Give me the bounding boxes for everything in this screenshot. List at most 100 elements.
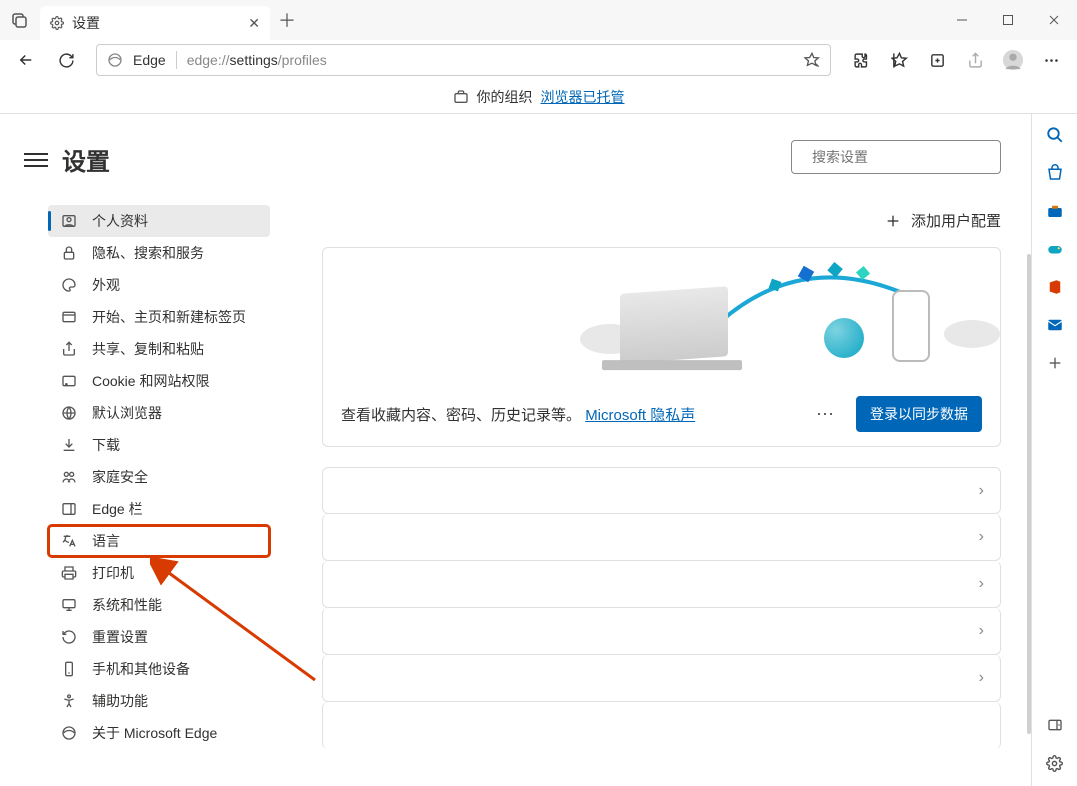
settings-row[interactable]: › <box>322 467 1001 514</box>
window-minimize-button[interactable] <box>939 0 985 40</box>
lock-icon <box>60 244 78 262</box>
vbar-games-icon[interactable] <box>1044 238 1066 260</box>
palette-icon <box>60 276 78 294</box>
plus-icon <box>885 213 901 229</box>
divider <box>176 51 177 69</box>
vbar-panel-icon[interactable] <box>1044 714 1066 736</box>
profile-avatar[interactable] <box>995 42 1031 78</box>
sidebar-item-family[interactable]: 家庭安全 <box>48 461 270 493</box>
banner-link[interactable]: 浏览器已托管 <box>541 87 625 107</box>
settings-search[interactable] <box>791 140 1001 174</box>
sync-signin-button[interactable]: 登录以同步数据 <box>856 396 982 432</box>
cookie-icon <box>60 372 78 390</box>
settings-row[interactable]: › <box>322 655 1001 702</box>
share-icon[interactable] <box>957 42 993 78</box>
profile-promo-card: 查看收藏内容、密码、历史记录等。 Microsoft 隐私声 ⋯ 登录以同步数据 <box>322 247 1001 447</box>
favorites-icon[interactable] <box>881 42 917 78</box>
sidebar-item-printer[interactable]: 打印机 <box>48 557 270 589</box>
settings-row[interactable]: › <box>322 608 1001 655</box>
reset-icon <box>60 628 78 646</box>
phone-icon <box>60 660 78 678</box>
menu-icon[interactable] <box>1033 42 1069 78</box>
sidebar-label: 外观 <box>92 275 120 295</box>
accessibility-icon <box>60 692 78 710</box>
address-bar[interactable]: Edge edge://settings/profiles <box>96 44 831 76</box>
collections-icon[interactable] <box>919 42 955 78</box>
window-close-button[interactable] <box>1031 0 1077 40</box>
settings-row[interactable] <box>322 702 1001 749</box>
sidebar-item-phone[interactable]: 手机和其他设备 <box>48 653 270 685</box>
extensions-icon[interactable] <box>843 42 879 78</box>
sidebar-item-share[interactable]: 共享、复制和粘贴 <box>48 333 270 365</box>
sidebar-label: 系统和性能 <box>92 595 162 615</box>
vbar-office-icon[interactable] <box>1044 276 1066 298</box>
scrollbar[interactable] <box>1027 254 1031 734</box>
tab-close-icon[interactable]: ✕ <box>248 15 260 32</box>
vbar-outlook-icon[interactable] <box>1044 314 1066 336</box>
sidebar-label: Cookie 和网站权限 <box>92 371 209 391</box>
back-button[interactable] <box>8 42 44 78</box>
vbar-add-icon[interactable] <box>1044 352 1066 374</box>
sidebar-label: 个人资料 <box>92 211 148 231</box>
add-profile-button[interactable]: 添加用户配置 <box>322 210 1001 231</box>
sidebar-label: 默认浏览器 <box>92 403 162 423</box>
chevron-right-icon: › <box>979 482 984 500</box>
settings-row[interactable]: › <box>322 561 1001 608</box>
refresh-button[interactable] <box>48 42 84 78</box>
language-icon <box>60 532 78 550</box>
sidebar-item-accessibility[interactable]: 辅助功能 <box>48 685 270 717</box>
favorite-star-icon[interactable] <box>804 52 820 68</box>
sidebar-label: 重置设置 <box>92 627 148 647</box>
privacy-link[interactable]: Microsoft 隐私声 <box>585 407 695 424</box>
vbar-tools-icon[interactable] <box>1044 200 1066 222</box>
more-options-icon[interactable]: ⋯ <box>816 404 834 425</box>
sidebar-item-profile[interactable]: 个人资料 <box>48 205 270 237</box>
toolbar: Edge edge://settings/profiles <box>0 40 1077 80</box>
sidebar-item-downloads[interactable]: 下载 <box>48 429 270 461</box>
menu-hamburger-icon[interactable] <box>24 153 48 167</box>
vbar-search-icon[interactable] <box>1044 124 1066 146</box>
add-profile-label: 添加用户配置 <box>911 210 1001 231</box>
settings-sidebar: 设置 个人资料 隐私、搜索和服务 外观 开始、主页和新建标签页 共享、复制和粘贴… <box>0 114 322 786</box>
sidebar-item-system[interactable]: 系统和性能 <box>48 589 270 621</box>
family-icon <box>60 468 78 486</box>
sidebar-item-appearance[interactable]: 外观 <box>48 269 270 301</box>
settings-search-input[interactable] <box>812 149 993 165</box>
sidebar-label: 共享、复制和粘贴 <box>92 339 204 359</box>
sidebar-label: 打印机 <box>92 563 134 583</box>
settings-row[interactable]: › <box>322 514 1001 561</box>
printer-icon <box>60 564 78 582</box>
settings-content: 添加用户配置 查看收藏内容、密码、历史记录等。 Microsoft 隐私声 ⋯ … <box>322 114 1077 786</box>
url-text: edge://settings/profiles <box>187 52 327 68</box>
sidebar-item-edgebar[interactable]: Edge 栏 <box>48 493 270 525</box>
sidebar-item-about[interactable]: 关于 Microsoft Edge <box>48 717 270 749</box>
sidebar-label: 语言 <box>92 531 120 551</box>
tab-settings[interactable]: 设置 ✕ <box>40 6 270 40</box>
tab-actions-icon[interactable] <box>0 0 40 40</box>
chevron-right-icon: › <box>979 528 984 546</box>
chevron-right-icon: › <box>979 622 984 640</box>
sidebar-item-privacy[interactable]: 隐私、搜索和服务 <box>48 237 270 269</box>
sidebar-label: 家庭安全 <box>92 467 148 487</box>
sidebar-label: 开始、主页和新建标签页 <box>92 307 246 327</box>
sidebar-item-default[interactable]: 默认浏览器 <box>48 397 270 429</box>
tab-title: 设置 <box>72 13 100 33</box>
sidebar-label: 手机和其他设备 <box>92 659 190 679</box>
sidebar-item-start[interactable]: 开始、主页和新建标签页 <box>48 301 270 333</box>
vbar-settings-icon[interactable] <box>1044 752 1066 774</box>
window-maximize-button[interactable] <box>985 0 1031 40</box>
banner-text: 你的组织 <box>477 87 533 107</box>
edge-icon <box>60 724 78 742</box>
sidebar-item-cookies[interactable]: Cookie 和网站权限 <box>48 365 270 397</box>
system-icon <box>60 596 78 614</box>
chevron-right-icon: › <box>979 669 984 687</box>
vbar-shopping-icon[interactable] <box>1044 162 1066 184</box>
sidebar-label: 隐私、搜索和服务 <box>92 243 204 263</box>
new-tab-button[interactable]: ＋ <box>270 3 304 37</box>
sidebar-item-language[interactable]: 语言 <box>48 525 270 557</box>
sidebar-label: 关于 Microsoft Edge <box>92 723 217 743</box>
sidebar-item-reset[interactable]: 重置设置 <box>48 621 270 653</box>
briefcase-icon <box>453 89 469 105</box>
right-sidebar <box>1031 114 1077 786</box>
share-nav-icon <box>60 340 78 358</box>
